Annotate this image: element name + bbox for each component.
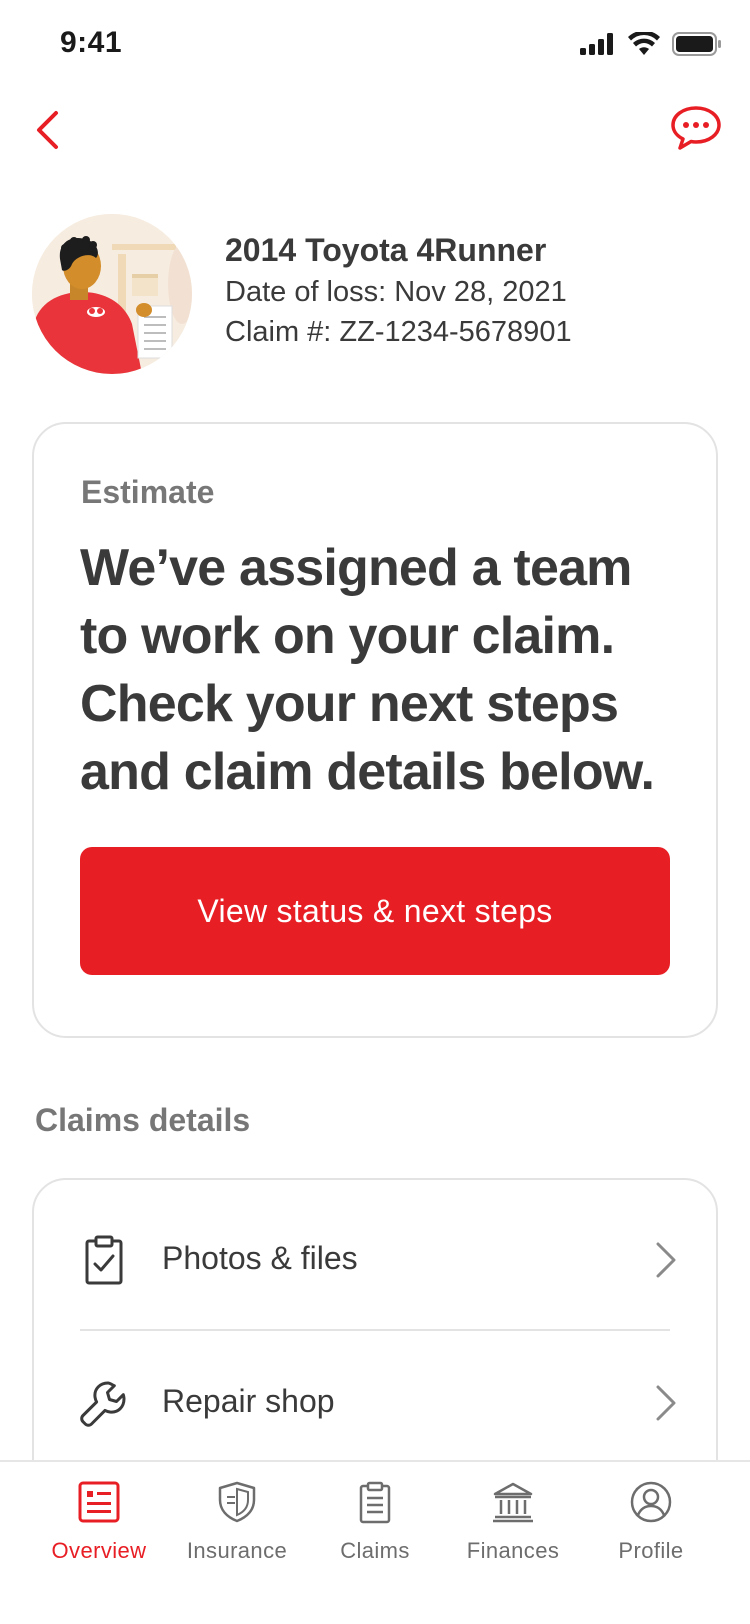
status-icons (580, 32, 722, 56)
claims-details-title: Claims details (35, 1102, 251, 1138)
clipboard-check-icon (85, 1235, 123, 1285)
agent-illustration (32, 214, 192, 374)
wrench-icon (80, 1381, 126, 1427)
tab-finances-label: Finances (466, 1538, 560, 1563)
claim-info: 2014 Toyota 4Runner Date of loss: Nov 28… (225, 228, 572, 352)
status-bar: 9:41 (0, 0, 750, 90)
tab-claims-label: Claims (340, 1538, 410, 1563)
view-status-button[interactable]: View status & next steps (80, 847, 670, 975)
claim-number: Claim #: ZZ-1234-5678901 (225, 316, 572, 348)
chat-button[interactable] (666, 100, 726, 156)
estimate-message: We’ve assigned a team to work on your cl… (80, 539, 655, 801)
tab-profile[interactable]: Profile (581, 1480, 721, 1580)
claim-header: 2014 Toyota 4Runner Date of loss: Nov 28… (32, 214, 722, 374)
photos-files-row[interactable]: Photos & files (34, 1190, 716, 1330)
battery-icon (672, 32, 721, 56)
estimate-label: Estimate (81, 474, 215, 510)
status-time: 9:41 (60, 26, 123, 59)
cellular-signal-icon (580, 33, 613, 55)
claims-clipboard-icon (359, 1481, 391, 1524)
estimate-card: Estimate We’ve assigned a team to work o… (32, 422, 718, 1038)
photos-files-label: Photos & files (162, 1240, 358, 1276)
back-button[interactable] (22, 102, 72, 158)
chevron-right-icon (656, 1242, 676, 1278)
profile-icon (630, 1481, 672, 1523)
vehicle-name: 2014 Toyota 4Runner (225, 232, 547, 268)
tab-insurance-label: Insurance (186, 1538, 288, 1563)
tab-bar: Overview Insurance Claims Finances Profi… (0, 1460, 750, 1624)
date-of-loss: Date of loss: Nov 28, 2021 (225, 276, 567, 308)
tab-insurance[interactable]: Insurance (167, 1480, 307, 1580)
repair-shop-label: Repair shop (162, 1383, 335, 1419)
tab-overview-label: Overview (51, 1538, 147, 1563)
chevron-right-icon (656, 1385, 676, 1421)
tab-claims[interactable]: Claims (305, 1480, 445, 1580)
chevron-left-icon (37, 111, 58, 149)
shield-icon (218, 1481, 256, 1523)
bank-icon (493, 1482, 533, 1523)
tab-profile-label: Profile (618, 1538, 684, 1563)
wifi-icon (628, 32, 660, 55)
tab-finances[interactable]: Finances (443, 1480, 583, 1580)
row-divider (80, 1329, 670, 1331)
nav-bar (0, 96, 750, 166)
claims-details-card: Photos & files Repair shop (32, 1178, 718, 1508)
tab-overview[interactable]: Overview (29, 1480, 169, 1580)
repair-shop-row[interactable]: Repair shop (34, 1333, 716, 1473)
chat-bubble-icon (671, 106, 721, 150)
overview-icon (78, 1481, 120, 1523)
